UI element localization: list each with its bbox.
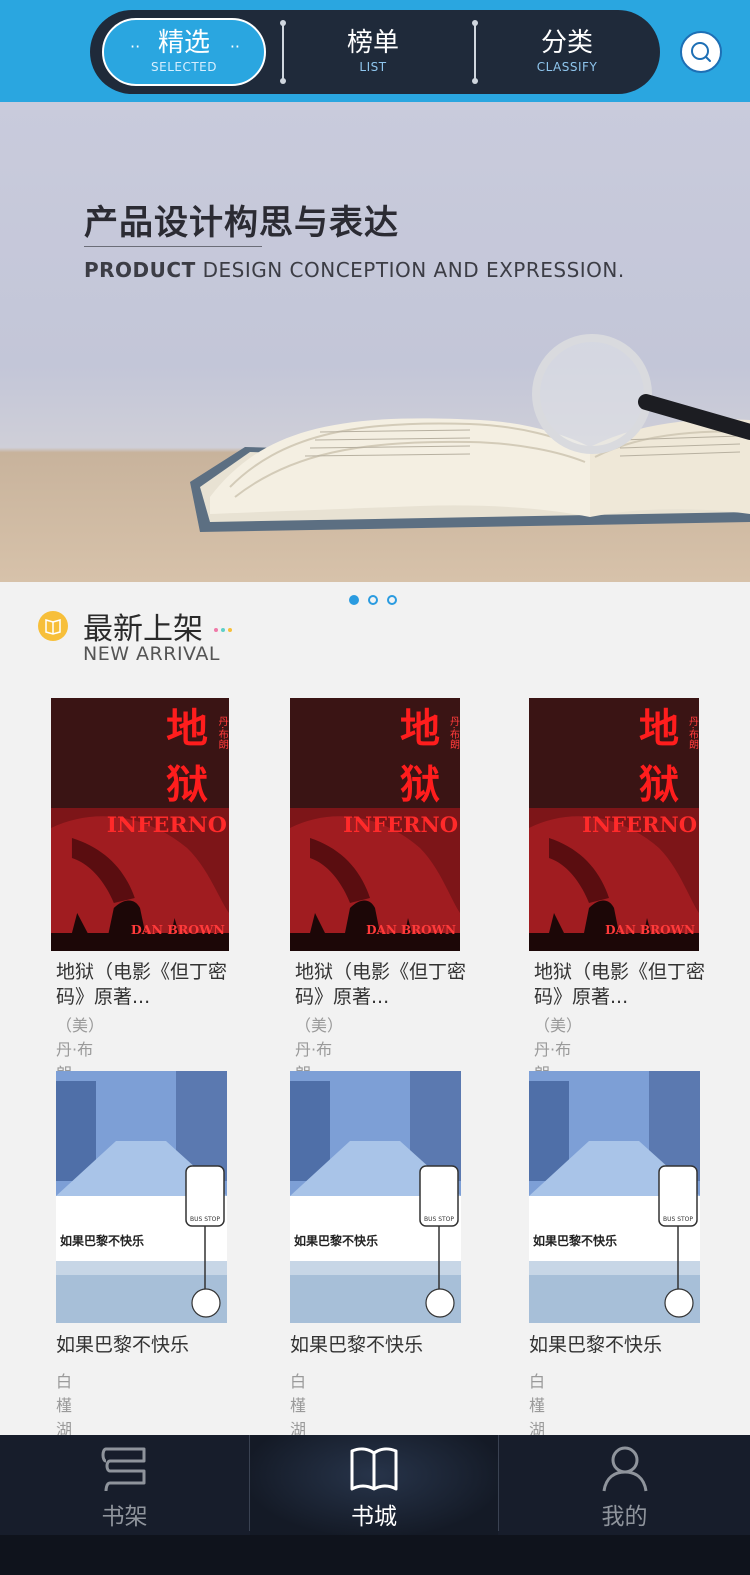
search-icon — [691, 42, 711, 62]
banner-title: 产品设计构思与表达 — [84, 203, 399, 243]
cover-title-1: 地 — [166, 705, 208, 752]
tab-label: 分类 — [540, 28, 593, 58]
cover-title: 如果巴黎不快乐 — [533, 1233, 617, 1248]
cover-sign-text: BUS STOP — [190, 1216, 220, 1223]
user-icon — [602, 1446, 647, 1492]
book-icon — [45, 619, 61, 635]
cover-en-author: DAN BROWN — [131, 922, 225, 937]
book-title: 如果巴黎不快乐 — [529, 1334, 663, 1356]
cover-author-vertical: 丹·布朗 — [448, 716, 460, 750]
nav-label: 我的 — [601, 1504, 648, 1530]
banner-pager[interactable] — [349, 595, 409, 607]
tab-sublabel: LIST — [359, 60, 387, 74]
book-cover[interactable]: BUS STOP 如果巴黎不快乐 — [529, 1071, 700, 1323]
cover-en-author: DAN BROWN — [605, 923, 695, 937]
tab-sublabel: SELECTED — [151, 60, 217, 74]
cover-title-2: 狱 — [400, 761, 440, 808]
book-title: 地狱（电影《但丁密码》原著... — [534, 961, 706, 1008]
pager-dot-active[interactable] — [349, 595, 359, 605]
cover-sign-text: BUS STOP — [424, 1216, 454, 1223]
cover-author-vertical: 丹·布朗 — [216, 716, 228, 750]
tab-switcher: ·· 精选 SELECTED ·· 榜单 LIST 分类 CLASSIFY — [90, 10, 660, 94]
tab-label: 精选 — [157, 28, 210, 58]
book-title: 如果巴黎不快乐 — [56, 1334, 190, 1356]
banner-subtitle: PRODUCT DESIGN CONCEPTION AND EXPRESSION… — [84, 258, 625, 282]
cover-title-1: 地 — [400, 705, 440, 752]
book-author: 白槿湖 — [529, 1372, 546, 1439]
book-author: 白槿湖 — [56, 1372, 73, 1439]
book-title: 地狱（电影《但丁密码》原著... — [56, 961, 228, 1008]
promo-banner[interactable]: 产品设计构思与表达 PRODUCT DESIGN CONCEPTION AND … — [0, 102, 750, 582]
book-magnifier-illustration — [190, 334, 750, 532]
banner-subtitle-rest: DESIGN CONCEPTION AND EXPRESSION. — [195, 258, 625, 282]
open-book-icon — [350, 1447, 398, 1491]
top-bar: ·· 精选 SELECTED ·· 榜单 LIST 分类 CLASSIFY — [0, 0, 750, 102]
tab-sublabel: CLASSIFY — [536, 60, 598, 74]
cover-title-2: 狱 — [166, 761, 208, 808]
book-title: 如果巴黎不快乐 — [290, 1334, 424, 1356]
tab-selected[interactable]: ·· 精选 SELECTED ·· — [102, 18, 266, 86]
book-author: 白槿湖 — [290, 1372, 307, 1439]
tab-decoration-dots: ·· — [229, 37, 240, 56]
cover-en-author: DAN BROWN — [366, 923, 456, 937]
paris-cover-art: BUS STOP 如果巴黎不快乐 — [290, 1071, 461, 1323]
cover-author-vertical: 丹·布朗 — [687, 716, 699, 750]
tab-label: 榜单 — [346, 28, 399, 58]
tab-classify[interactable]: 分类 CLASSIFY — [484, 10, 650, 94]
nav-label: 书架 — [101, 1504, 148, 1530]
section-title: 最新上架 — [83, 612, 203, 647]
section-subtitle: NEW ARRIVAL — [83, 643, 220, 665]
tab-divider — [472, 20, 478, 84]
inferno-cover-art: 地狱丹·布朗 INFERNO DAN BROWN — [529, 698, 699, 951]
banner-subtitle-bold: PRODUCT — [84, 258, 196, 282]
cover-en-title: INFERNO — [343, 812, 458, 837]
bookstore-screen: { "header": { "tabs": [ {"label": "精选", … — [0, 0, 750, 1575]
cover-title-1: 地 — [639, 705, 679, 752]
cover-title-2: 狱 — [639, 761, 679, 808]
section-icon — [38, 611, 68, 641]
bottom-navigation: 书架 书城 我的 — [0, 1435, 750, 1535]
tab-divider — [280, 20, 286, 84]
cover-en-title: INFERNO — [582, 812, 697, 837]
pager-dot[interactable] — [387, 595, 397, 605]
book-cover[interactable]: BUS STOP 如果巴黎不快乐 — [56, 1071, 227, 1323]
system-bar — [0, 1535, 750, 1575]
nav-bookstore[interactable]: 书城 — [250, 1435, 498, 1535]
inferno-cover-art: 地狱丹·布朗 INFERNO DAN BROWN — [290, 698, 460, 951]
inferno-cover-art: 地狱丹·布朗 INFERNO DAN BROWN — [51, 698, 229, 951]
book-title: 地狱（电影《但丁密码》原著... — [295, 961, 467, 1008]
book-cover[interactable]: BUS STOP 如果巴黎不快乐 — [290, 1071, 461, 1323]
tab-list[interactable]: 榜单 LIST — [290, 10, 456, 94]
book-cover[interactable]: 地狱丹·布朗 INFERNO DAN BROWN — [51, 698, 229, 951]
cover-sign-text: BUS STOP — [663, 1216, 693, 1223]
paris-cover-art: BUS STOP 如果巴黎不快乐 — [56, 1071, 227, 1323]
bookshelf-icon — [101, 1447, 145, 1492]
cover-en-title: INFERNO — [107, 813, 227, 837]
pager-dot[interactable] — [368, 595, 378, 605]
nav-label: 书城 — [351, 1504, 397, 1530]
paris-cover-art: BUS STOP 如果巴黎不快乐 — [529, 1071, 700, 1323]
cover-title: 如果巴黎不快乐 — [294, 1233, 378, 1248]
book-cover[interactable]: 地狱丹·布朗 INFERNO DAN BROWN — [529, 698, 699, 951]
nav-profile[interactable]: 我的 — [499, 1435, 750, 1535]
nav-bookshelf[interactable]: 书架 — [0, 1435, 249, 1535]
book-cover[interactable]: 地狱丹·布朗 INFERNO DAN BROWN — [290, 698, 460, 951]
banner-divider — [84, 246, 262, 247]
cover-title: 如果巴黎不快乐 — [60, 1233, 144, 1248]
search-button[interactable] — [680, 31, 722, 73]
